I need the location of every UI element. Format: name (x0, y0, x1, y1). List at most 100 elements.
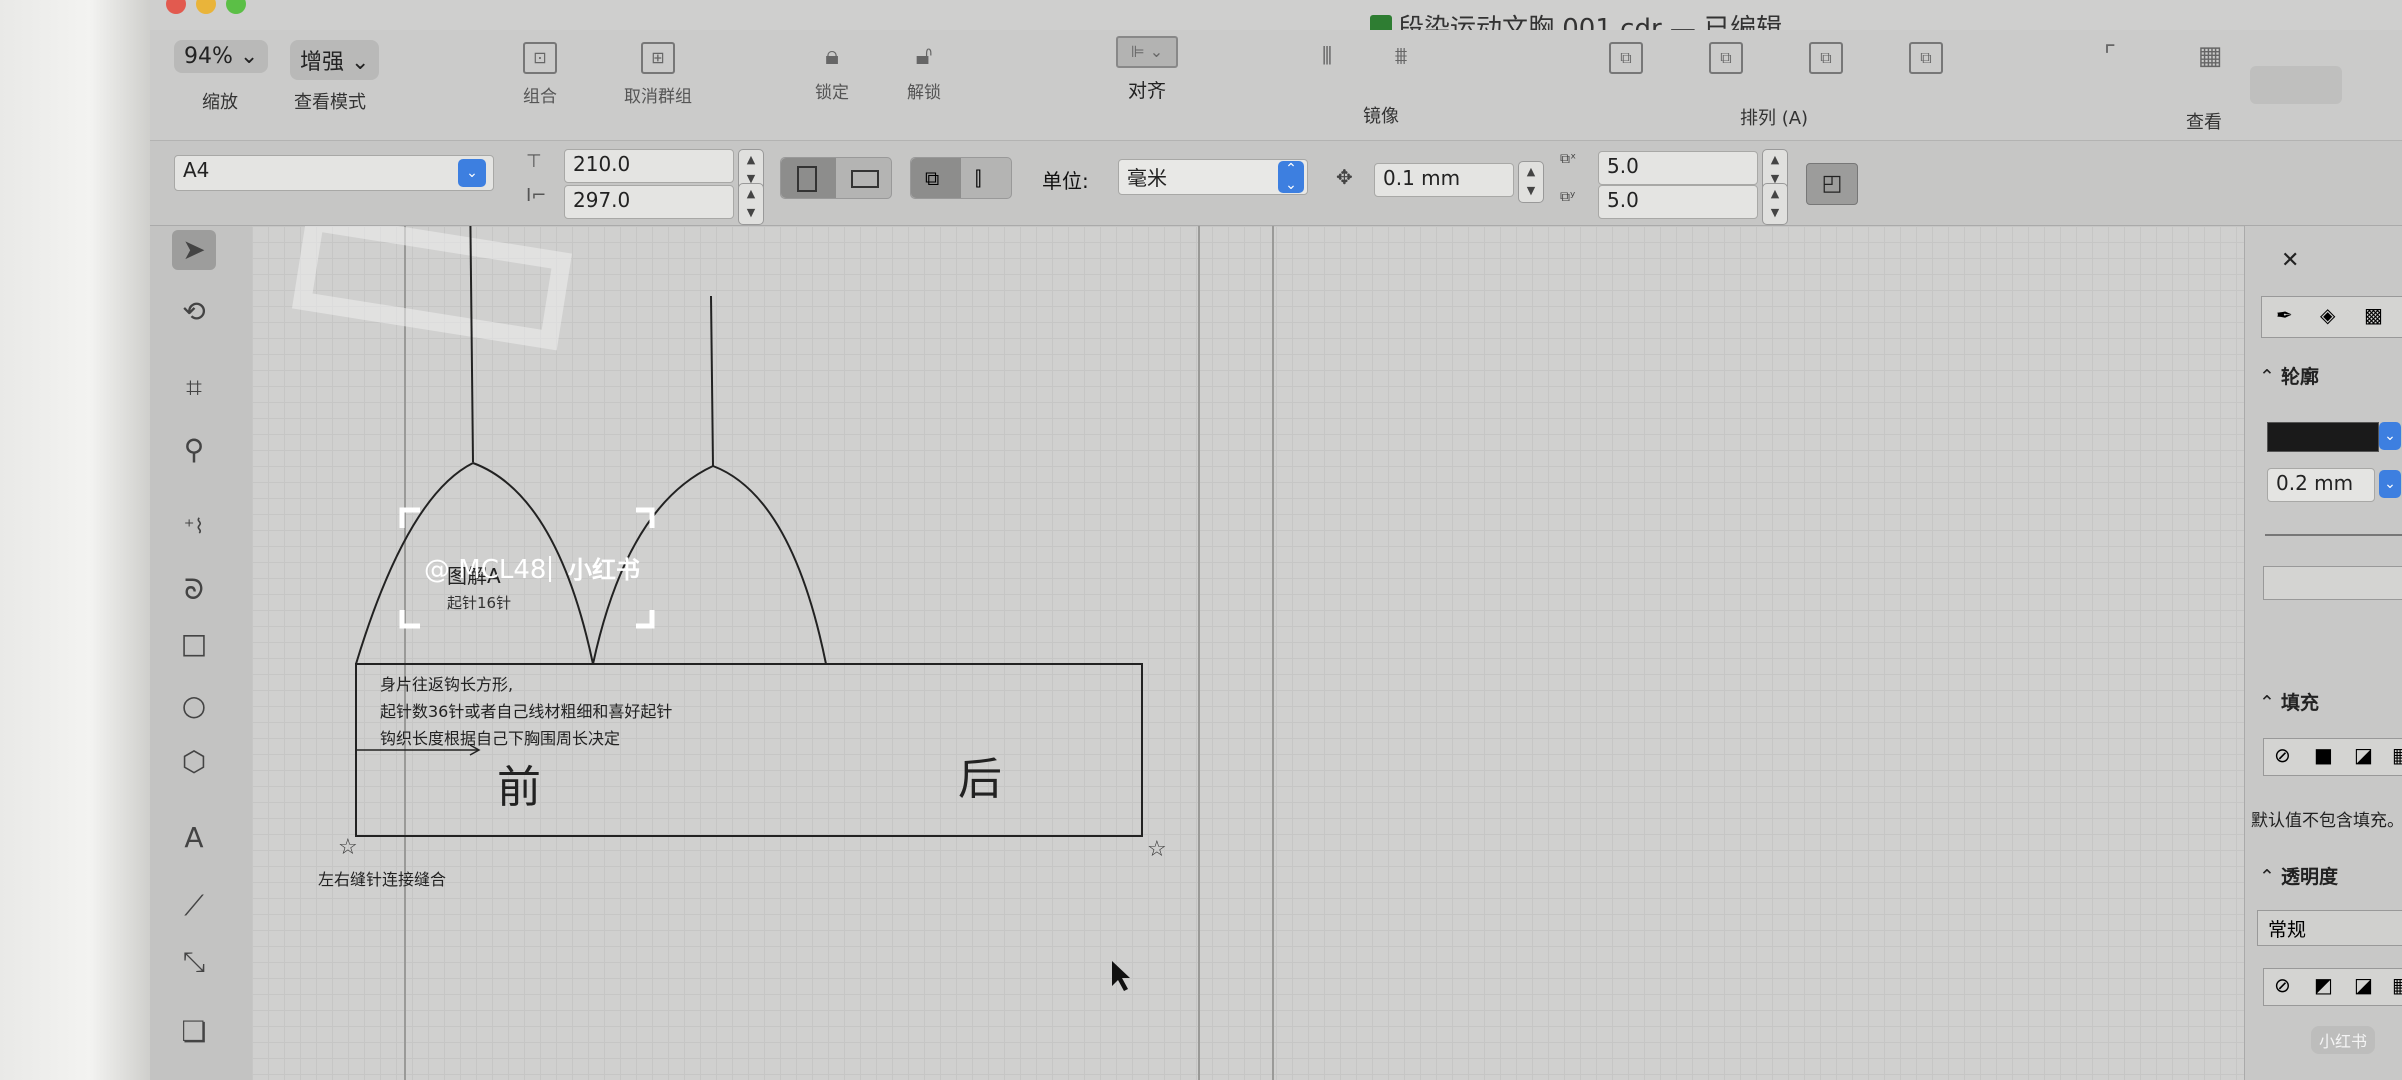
toolbar-search-field[interactable] (2250, 66, 2342, 104)
transparency-mode-select[interactable]: 常规 (2257, 910, 2402, 946)
page-height-icon: I⌐ (526, 185, 547, 206)
mirror-horizontal-icon: ⫴ (1321, 42, 1333, 70)
fill-bucket-icon[interactable]: ◈ (2320, 303, 2335, 327)
back-label: 后 (958, 754, 1002, 805)
main-toolbar: 94% ⌄ 缩放 增强 ⌄ 查看模式 ⊡ 组合 ⊞ 取消群组 🔒︎ 锁定 🔓︎ 解锁 ⊫… (150, 30, 2402, 141)
drawing-artwork: 图解A 起针16针 身片往返钩长方形, 起针数36针或者自己线材粗细和喜好起针 … (291, 226, 1167, 991)
uniform-fill-icon[interactable]: ■ (2314, 743, 2333, 767)
align-button[interactable]: ⊫ ⌄ 对齐 (1112, 36, 1182, 103)
duplicate-y-stepper[interactable]: ▲ ▼ (1762, 183, 1788, 225)
arrange-label: 排列 (A) (1740, 108, 1809, 129)
uniform-transparency-icon[interactable]: ◩ (2314, 973, 2333, 997)
grid-button[interactable]: ▦ (2190, 42, 2230, 78)
duplicate-x-input[interactable]: 5.0 (1598, 151, 1758, 185)
lock-button[interactable]: 🔒︎ 锁定 (802, 42, 862, 103)
fill-section[interactable]: ⌃ 填充 (2259, 688, 2319, 715)
forward-one-button[interactable]: ⧉ (1706, 42, 1746, 82)
transparency-section[interactable]: ⌃ 透明度 (2259, 862, 2338, 889)
outline-pen-icon[interactable]: ✒ (2276, 303, 2293, 327)
current-page-icon[interactable]: ⫿ (975, 166, 981, 190)
page-width-input[interactable]: 210.0 (564, 149, 734, 183)
close-window-button[interactable] (166, 0, 186, 14)
duplicate-y-input[interactable]: 5.0 (1598, 185, 1758, 219)
properties-docker: ✕ ✒ ◈ ▩ ⌃ 轮廓 ⌄ 0.2 mm ⌄ ⌃ 填充 ⊘ ■ ◪ ▦ 默认值… (2244, 226, 2402, 1080)
group-button[interactable]: ⊡ 组合 (510, 42, 570, 107)
artistic-media-tool-icon[interactable]: ᘐ (172, 570, 216, 610)
line-style-preview[interactable] (2265, 534, 2402, 536)
text-tool-icon[interactable]: A (172, 818, 216, 858)
rulers-button[interactable]: ⌜ (2090, 42, 2130, 78)
transparency-label: 透明度 (2280, 866, 2338, 888)
shape-tool-icon[interactable]: ⟲ (172, 292, 216, 332)
gradient-fill-icon[interactable]: ◪ (2354, 743, 2373, 767)
line-tool-icon[interactable]: ⟋ (172, 886, 216, 926)
pick-tool-icon[interactable]: ➤ (172, 230, 216, 270)
to-back-button[interactable]: ⧉ (1906, 42, 1946, 82)
treat-as-filled-icon[interactable]: ◰ (1806, 163, 1858, 205)
watermark-corner-icon (399, 610, 420, 629)
docker-tabs: ✒ ◈ ▩ (2261, 296, 2402, 338)
page-height-input[interactable]: 297.0 (564, 185, 734, 219)
back-one-button[interactable]: ⧉ (1806, 42, 1846, 82)
zoom-dropdown[interactable]: 94% ⌄ (174, 40, 269, 73)
unit-chevron-icon[interactable]: ⌃ ⌄ (1278, 161, 1304, 193)
nudge-stepper[interactable]: ▲ ▼ (1518, 161, 1544, 203)
ungroup-icon: ⊞ (641, 42, 675, 74)
page-size-chevron-icon[interactable]: ⌄ (458, 159, 486, 187)
close-docker-icon[interactable]: ✕ (2281, 248, 2299, 273)
gradient-transparency-icon[interactable]: ◪ (2354, 973, 2373, 997)
outline-width-select[interactable]: 0.2 mm (2267, 468, 2375, 502)
mirror-horizontal-button[interactable]: ⫴ (1302, 42, 1352, 78)
to-front-icon: ⧉ (1609, 42, 1643, 74)
freehand-tool-icon[interactable]: ⁺⌇ (172, 506, 216, 546)
minimize-window-button[interactable] (196, 0, 216, 14)
outline-color-swatch[interactable] (2267, 422, 2379, 452)
view-mode-dropdown[interactable]: 增强 ⌄ (290, 40, 380, 80)
property-bar: A4 ⌄ ⊤ I⌐ 210.0 297.0 ▲ ▼ ▲ ▼ ⧉ ⫿ 单位: 毫米 ⌃… (150, 141, 2402, 226)
rectangle-tool-icon[interactable]: □ (172, 624, 216, 664)
page-layout-toggle: ⧉ ⫿ (910, 157, 1012, 199)
lock-icon: 🔒︎ (825, 41, 839, 71)
unlock-button[interactable]: 🔓︎ 解锁 (894, 42, 954, 103)
duplicate-y-icon: ⧉ʸ (1560, 189, 1576, 205)
corner-options[interactable] (2263, 566, 2402, 600)
view-label: 查看 (2186, 112, 2222, 133)
ruler-icon: ⌜ (2103, 41, 2117, 71)
app-window: 段染运动文胸 001.cdr — 已编辑 94% ⌄ 缩放 增强 ⌄ 查看模式 … (150, 0, 2402, 1080)
unit-label: 单位: (1042, 169, 1089, 193)
ungroup-button[interactable]: ⊞ 取消群组 (608, 42, 708, 107)
ellipse-tool-icon[interactable]: ○ (172, 686, 216, 726)
transparency-icon[interactable]: ▩ (2364, 303, 2383, 327)
zoom-window-button[interactable] (226, 0, 246, 14)
strap-line-right (710, 295, 714, 467)
fill-label: 填充 (2280, 692, 2319, 714)
crop-tool-icon[interactable]: ⌗ (172, 368, 216, 408)
zoom-tool-icon[interactable]: ⚲ (172, 430, 216, 470)
zoom-label: 缩放 (202, 92, 238, 113)
watermark-brand: 小红书 (568, 556, 640, 584)
pattern-fill-icon[interactable]: ▦ (2392, 743, 2402, 767)
mouse-cursor-icon (1112, 961, 1130, 991)
no-fill-icon[interactable]: ⊘ (2274, 743, 2291, 767)
no-transparency-icon[interactable]: ⊘ (2274, 973, 2291, 997)
unlock-icon: 🔓︎ (915, 41, 933, 71)
to-front-button[interactable]: ⧉ (1606, 42, 1646, 82)
connector-tool-icon[interactable]: ⤡ (172, 942, 216, 982)
outline-width-chevron-icon[interactable]: ⌄ (2379, 470, 2401, 498)
page-size-select[interactable]: A4 (174, 155, 494, 191)
star-marker-right: ☆ (1147, 837, 1167, 862)
nudge-input[interactable]: 0.1 mm (1374, 163, 1514, 197)
drawing-canvas[interactable]: 图解A 起针16针 身片往返钩长方形, 起针数36针或者自己线材粗细和喜好起针 … (252, 226, 2252, 1080)
landscape-icon[interactable] (851, 170, 879, 188)
drop-shadow-tool-icon[interactable]: ❏ (172, 1012, 216, 1052)
outline-section[interactable]: ⌃ 轮廓 (2259, 362, 2319, 389)
polygon-tool-icon[interactable]: ⬡ (172, 742, 216, 782)
note-line-1: 身片往返钩长方形, (380, 675, 513, 694)
outline-color-chevron-icon[interactable]: ⌄ (2379, 422, 2401, 450)
star-marker-left: ☆ (338, 835, 358, 860)
forward-one-icon: ⧉ (1709, 42, 1743, 74)
pattern-transparency-icon[interactable]: ▦ (2392, 973, 2402, 997)
mirror-vertical-button[interactable]: ⩩ (1376, 42, 1426, 78)
back-one-icon: ⧉ (1809, 42, 1843, 74)
page-height-stepper[interactable]: ▲ ▼ (738, 183, 764, 225)
